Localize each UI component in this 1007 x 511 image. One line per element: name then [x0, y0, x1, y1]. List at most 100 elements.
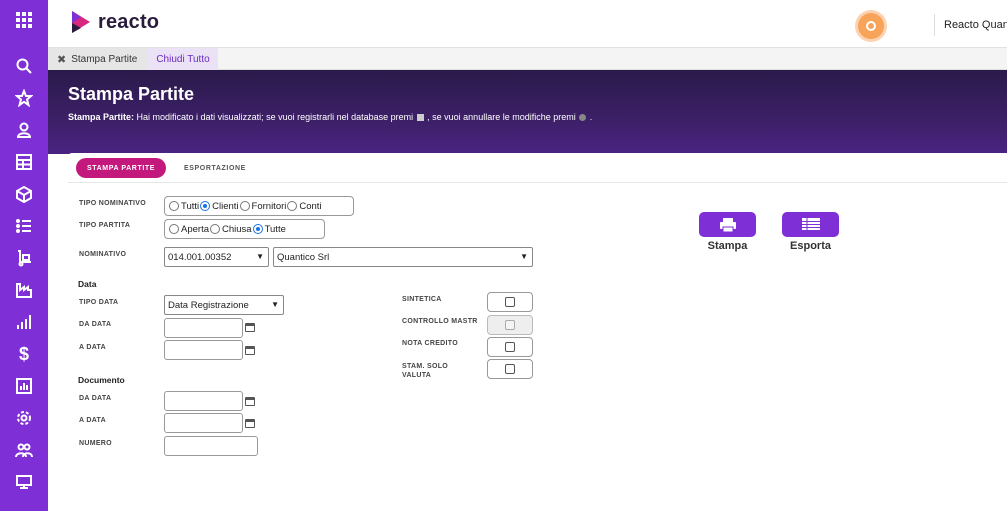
dollar-icon[interactable]: $ — [0, 338, 48, 370]
sintetica-checkbox-wrap — [487, 292, 533, 312]
label-nominativo: NOMINATIVO — [79, 251, 127, 258]
tab-esportazione[interactable]: ESPORTAZIONE — [184, 158, 246, 178]
label-tipo-data: TIPO DATA — [79, 299, 119, 306]
undo-icon — [579, 114, 587, 122]
info-message-text-2: , se vuoi annullare le modifiche premi — [424, 112, 579, 122]
radio-label: Chiusa — [222, 223, 252, 235]
calendar-icon[interactable] — [245, 346, 255, 355]
radio-label: Aperta — [181, 223, 209, 235]
label-stam-solo-valuta-2: VALUTA — [402, 372, 432, 379]
radio-tutti[interactable] — [169, 201, 179, 211]
star-icon[interactable] — [0, 82, 48, 114]
radio-tutte[interactable] — [252, 224, 263, 234]
content-tabs: STAMPA PARTITE ESPORTAZIONE — [68, 153, 1007, 183]
chevron-down-icon: ▼ — [271, 300, 279, 309]
tab-stampa-partite-content[interactable]: STAMPA PARTITE — [76, 158, 166, 178]
radio-group-tipo-partita: Aperta Chiusa Tutte — [164, 219, 325, 239]
controllo-mastri-checkbox — [505, 320, 515, 330]
notification-icon[interactable] — [858, 13, 884, 39]
stam-solo-valuta-checkbox[interactable] — [505, 364, 515, 374]
label-nota-credito: NOTA CREDITO — [402, 340, 458, 347]
monitor-icon[interactable] — [0, 466, 48, 498]
controllo-mastri-checkbox-wrap — [487, 315, 533, 335]
nota-credito-checkbox[interactable] — [505, 342, 515, 352]
logo[interactable]: reacto — [70, 9, 159, 35]
tab-strip: ✖ Stampa Partite Chiudi Tutto — [48, 48, 1007, 70]
radio-label: Clienti — [212, 200, 239, 212]
label-doc-a-data: A DATA — [79, 417, 106, 424]
label-da-data: DA DATA — [79, 321, 112, 328]
tipo-data-select[interactable]: Data Registrazione ▼ — [164, 295, 284, 315]
chevron-down-icon: ▼ — [520, 252, 528, 261]
esporta-label[interactable]: Esporta — [782, 240, 839, 252]
divider — [934, 14, 935, 36]
hand-truck-icon[interactable] — [0, 242, 48, 274]
calendar-icon[interactable] — [245, 397, 255, 406]
list-icon[interactable] — [0, 210, 48, 242]
table-export-icon — [801, 217, 820, 230]
label-a-data: A DATA — [79, 344, 106, 351]
select-value: 014.001.00352 — [168, 251, 232, 263]
info-message-end: . — [587, 112, 593, 122]
doc-da-data-input[interactable] — [164, 391, 243, 411]
search-icon[interactable] — [0, 50, 48, 82]
users-icon[interactable] — [0, 434, 48, 466]
radio-label: Fornitori — [251, 200, 287, 212]
chevron-down-icon: ▼ — [256, 252, 264, 261]
nominativo-name-select[interactable]: Quantico Srl ▼ — [273, 247, 533, 267]
radio-group-tipo-nominativo: Tutti Clienti Fornitori Conti — [164, 196, 354, 216]
save-icon — [416, 114, 424, 122]
stampa-button[interactable] — [699, 212, 756, 237]
grid-icon[interactable] — [0, 0, 48, 40]
calendar-icon[interactable] — [245, 419, 255, 428]
radio-conti[interactable] — [287, 201, 298, 211]
user-name[interactable]: Reacto Quant — [944, 19, 1007, 31]
label-tipo-partita: TIPO PARTITA — [79, 222, 131, 229]
calendar-icon[interactable] — [245, 323, 255, 332]
label-numero: NUMERO — [79, 440, 112, 447]
radio-label: Conti — [299, 200, 322, 212]
section-data: Data — [78, 279, 97, 289]
radio-fornitori[interactable] — [239, 201, 250, 211]
radio-chiusa[interactable] — [210, 224, 220, 234]
chart-doc-icon[interactable] — [0, 370, 48, 402]
tab-stampa-partite[interactable]: ✖ Stampa Partite — [48, 48, 148, 70]
tab-label: Stampa Partite — [71, 53, 138, 65]
doc-a-data-input[interactable] — [164, 413, 243, 433]
da-data-input[interactable] — [164, 318, 243, 338]
label-stam-solo-valuta: STAM. SOLO — [402, 363, 449, 370]
user-icon[interactable] — [0, 114, 48, 146]
sintetica-checkbox[interactable] — [505, 297, 515, 307]
nominativo-code-select[interactable]: 014.001.00352 ▼ — [164, 247, 269, 267]
label-sintetica: SINTETICA — [402, 296, 442, 303]
top-bar: reacto Reacto Quant — [48, 0, 1007, 48]
stam-solo-valuta-checkbox-wrap — [487, 359, 533, 379]
stampa-label[interactable]: Stampa — [699, 240, 756, 252]
close-all-button[interactable]: Chiudi Tutto — [148, 48, 218, 70]
a-data-input[interactable] — [164, 340, 243, 360]
printer-icon — [719, 217, 736, 232]
radio-label: Tutte — [264, 223, 286, 235]
form-card: STAMPA PARTITE ESPORTAZIONE TIPO NOMINAT… — [68, 153, 1007, 511]
radio-label: Tutti — [181, 200, 200, 212]
bar-chart-icon[interactable] — [0, 306, 48, 338]
radio-aperta[interactable] — [169, 224, 179, 234]
info-message-text: Hai modificato i dati visualizzati; se v… — [134, 112, 416, 122]
section-documento: Documento — [78, 375, 125, 385]
page-title: Stampa Partite — [68, 84, 195, 104]
numero-input[interactable] — [164, 436, 258, 456]
select-value: Data Registrazione — [168, 299, 249, 311]
factory-icon[interactable] — [0, 274, 48, 306]
table-icon[interactable] — [0, 146, 48, 178]
label-tipo-nominativo: TIPO NOMINATIVO — [79, 200, 146, 207]
info-message-prefix: Stampa Partite: — [68, 112, 135, 122]
close-icon[interactable]: ✖ — [57, 53, 66, 66]
esporta-button[interactable] — [782, 212, 839, 237]
radio-clienti[interactable] — [200, 201, 211, 211]
brand-name: reacto — [98, 10, 160, 33]
box-icon[interactable] — [0, 178, 48, 210]
select-value: Quantico Srl — [277, 251, 330, 263]
info-message: Stampa Partite: Hai modificato i dati vi… — [68, 112, 592, 122]
gear-icon[interactable] — [0, 402, 48, 434]
logo-icon — [72, 11, 90, 33]
